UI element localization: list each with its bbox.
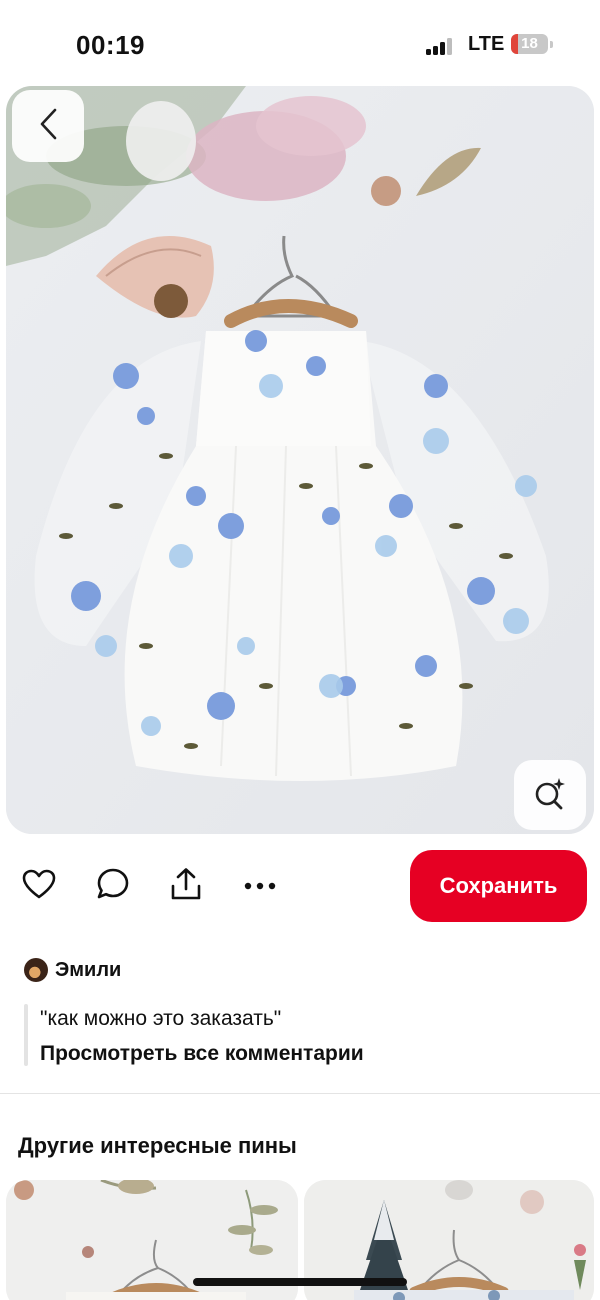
more-pins-heading: Другие интересные пины [18, 1133, 297, 1158]
comment-author[interactable]: Эмили [24, 956, 121, 984]
visual-search-button[interactable] [514, 760, 586, 830]
section-divider [0, 1093, 600, 1094]
view-all-comments-link[interactable]: Просмотреть все комментарии [40, 1042, 364, 1066]
save-button[interactable]: Сохранить [410, 850, 587, 922]
battery-tip [550, 41, 553, 48]
comment-icon [96, 867, 130, 906]
heart-icon [22, 869, 56, 904]
cellular-signal-icon [426, 37, 456, 55]
home-indicator[interactable] [193, 1278, 407, 1286]
share-icon [170, 867, 202, 906]
comment-author-name[interactable]: Эмили [55, 959, 121, 982]
comment-text: "как можно это заказать" [40, 1007, 282, 1030]
status-bar: 00:19 LTE 18 [0, 0, 600, 88]
back-button[interactable] [12, 90, 84, 162]
more-icon [244, 877, 276, 895]
share-button[interactable] [166, 866, 206, 906]
pin-action-bar: Сохранить [0, 848, 600, 924]
battery-icon: 18 [511, 34, 548, 54]
status-time: 00:19 [76, 30, 145, 60]
comment-button[interactable] [93, 866, 133, 906]
battery-level: 18 [521, 35, 538, 52]
like-button[interactable] [19, 866, 59, 906]
comment-quote-bar [24, 1004, 28, 1066]
chevron-left-icon [37, 107, 59, 146]
visual-search-icon [533, 776, 567, 815]
avatar[interactable] [24, 958, 48, 982]
more-options-button[interactable] [240, 866, 280, 906]
network-type: LTE [468, 33, 505, 55]
pin-image[interactable] [6, 86, 594, 834]
